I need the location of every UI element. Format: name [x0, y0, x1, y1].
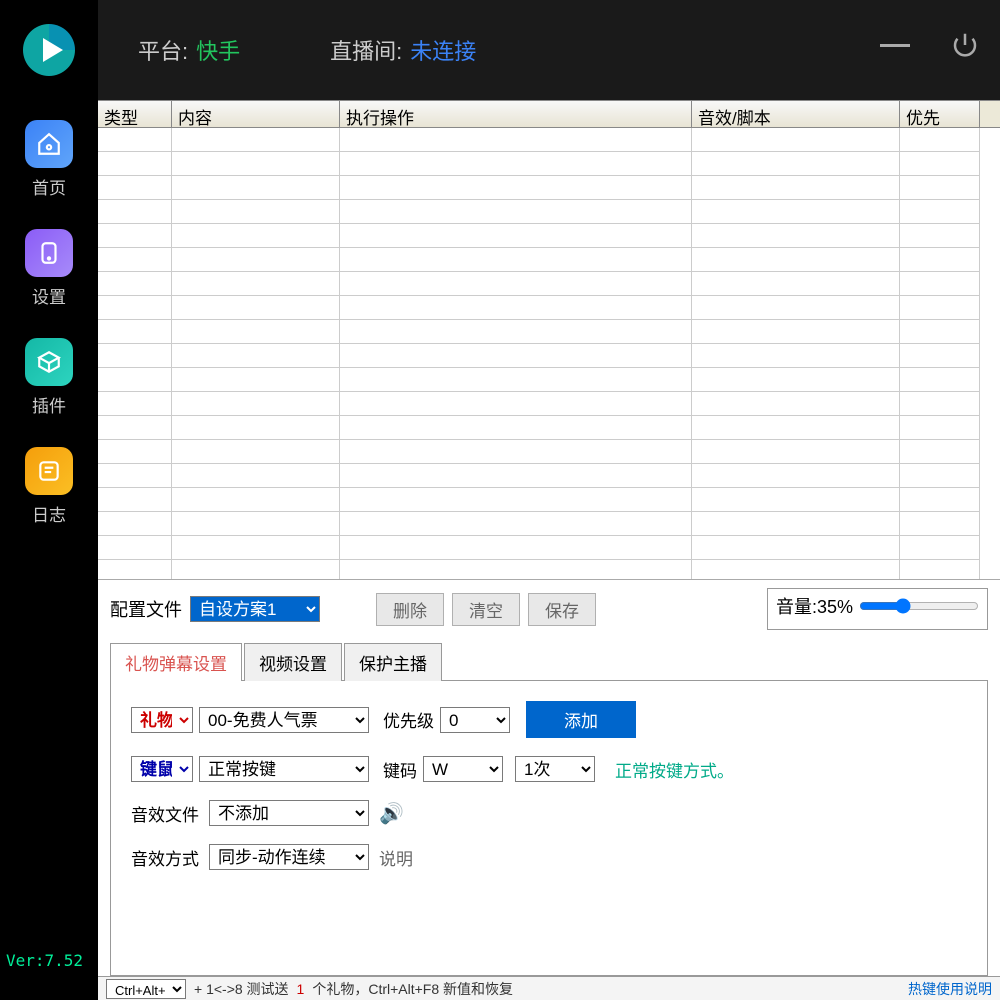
table-row[interactable] [98, 200, 1000, 224]
status-bar: Ctrl+Alt+ + 1<->8 测试送 1 个礼物，Ctrl+Alt+F8 … [98, 976, 1000, 1000]
table-row[interactable] [98, 296, 1000, 320]
home-icon [25, 120, 73, 168]
priority-label: 优先级 [383, 707, 434, 732]
app-logo-icon [19, 20, 79, 80]
platform-label: 平台: [138, 34, 188, 66]
table-row[interactable] [98, 392, 1000, 416]
table-row[interactable] [98, 440, 1000, 464]
platform-value: 快手 [196, 34, 240, 66]
sidebar-item-home[interactable]: 首页 [25, 120, 73, 199]
sidebar-item-label: 设置 [32, 283, 66, 308]
table-row[interactable] [98, 248, 1000, 272]
table-row[interactable] [98, 368, 1000, 392]
sound-file-label: 音效文件 [131, 801, 203, 826]
topbar: 平台: 快手 直播间: 未连接 [98, 0, 1000, 100]
sidebar-item-label: 插件 [32, 392, 66, 417]
sidebar-item-label: 日志 [32, 501, 66, 526]
sidebar-item-label: 首页 [32, 174, 66, 199]
footer-select[interactable]: Ctrl+Alt+ [106, 979, 186, 999]
keycode-label: 键码 [383, 757, 417, 782]
config-select[interactable]: 自设方案1 [190, 596, 320, 622]
room-value: 未连接 [410, 34, 476, 66]
table-header: 类型 内容 执行操作 音效/脚本 优先 [98, 100, 1000, 128]
settings-icon [25, 229, 73, 277]
tab-protect-host[interactable]: 保护主播 [344, 643, 442, 681]
room-label: 直播间: [330, 34, 402, 66]
kbm-type-select[interactable]: 键鼠 [131, 756, 193, 782]
hotkey-help-link[interactable]: 热键使用说明 [908, 979, 992, 999]
log-icon [25, 447, 73, 495]
volume-slider[interactable] [859, 598, 979, 614]
table-row[interactable] [98, 464, 1000, 488]
volume-label: 音量:35% [776, 593, 853, 619]
save-button[interactable]: 保存 [528, 593, 596, 626]
sound-file-select[interactable]: 不添加 [209, 800, 369, 826]
table-row[interactable] [98, 128, 1000, 152]
delete-button[interactable]: 删除 [376, 593, 444, 626]
table-row[interactable] [98, 224, 1000, 248]
sidebar-item-log[interactable]: 日志 [25, 447, 73, 526]
tab-video-settings[interactable]: 视频设置 [244, 643, 342, 681]
sound-method-label: 音效方式 [131, 845, 203, 870]
clear-button[interactable]: 清空 [452, 593, 520, 626]
speaker-icon[interactable]: 🔊 [379, 801, 404, 826]
tab-bar: 礼物弹幕设置 视频设置 保护主播 [110, 643, 988, 681]
kbm-hint: 正常按键方式。 [615, 757, 734, 782]
table-row[interactable] [98, 272, 1000, 296]
footer-text2: 个礼物，Ctrl+Alt+F8 新值和恢复 [312, 979, 513, 999]
cube-icon [25, 338, 73, 386]
config-label: 配置文件 [110, 596, 182, 622]
rules-table: 类型 内容 执行操作 音效/脚本 优先 [98, 100, 1000, 580]
table-row[interactable] [98, 488, 1000, 512]
add-button[interactable]: 添加 [526, 701, 636, 738]
explain-link[interactable]: 说明 [379, 845, 413, 870]
kbm-mode-select[interactable]: 正常按键 [199, 756, 369, 782]
table-row[interactable] [98, 344, 1000, 368]
sidebar-item-plugin[interactable]: 插件 [25, 338, 73, 417]
table-row[interactable] [98, 512, 1000, 536]
sidebar: 首页 设置 插件 日志 Ver:7.52 [0, 0, 98, 1000]
table-row[interactable] [98, 152, 1000, 176]
table-body[interactable] [98, 128, 1000, 580]
col-content[interactable]: 内容 [172, 101, 340, 127]
keycode-select[interactable]: W [423, 756, 503, 782]
col-priority[interactable]: 优先 [900, 101, 980, 127]
tab-gift-settings[interactable]: 礼物弹幕设置 [110, 643, 242, 681]
col-sound[interactable]: 音效/脚本 [692, 101, 900, 127]
sound-method-select[interactable]: 同步-动作连续 [209, 844, 369, 870]
table-row[interactable] [98, 536, 1000, 560]
minimize-icon[interactable] [880, 44, 910, 47]
version-label: Ver:7.52 [6, 951, 83, 970]
volume-control: 音量:35% [767, 588, 988, 630]
priority-select[interactable]: 0 [440, 707, 510, 733]
footer-text: + 1<->8 测试送 [194, 979, 289, 999]
col-type[interactable]: 类型 [98, 101, 172, 127]
col-operation[interactable]: 执行操作 [340, 101, 692, 127]
table-row[interactable] [98, 416, 1000, 440]
table-row[interactable] [98, 560, 1000, 580]
config-row: 配置文件 自设方案1 删除 清空 保存 音量:35% [98, 580, 1000, 638]
power-icon[interactable] [950, 30, 980, 60]
table-row[interactable] [98, 176, 1000, 200]
sidebar-item-settings[interactable]: 设置 [25, 229, 73, 308]
footer-count: 1 [297, 981, 305, 997]
gift-item-select[interactable]: 00-免费人气票 [199, 707, 369, 733]
count-select[interactable]: 1次 [515, 756, 595, 782]
table-row[interactable] [98, 320, 1000, 344]
tab-panel: 礼物 00-免费人气票 优先级 0 添加 键鼠 正常按键 键码 W 1次 正常按… [110, 680, 988, 976]
gift-type-select[interactable]: 礼物 [131, 707, 193, 733]
